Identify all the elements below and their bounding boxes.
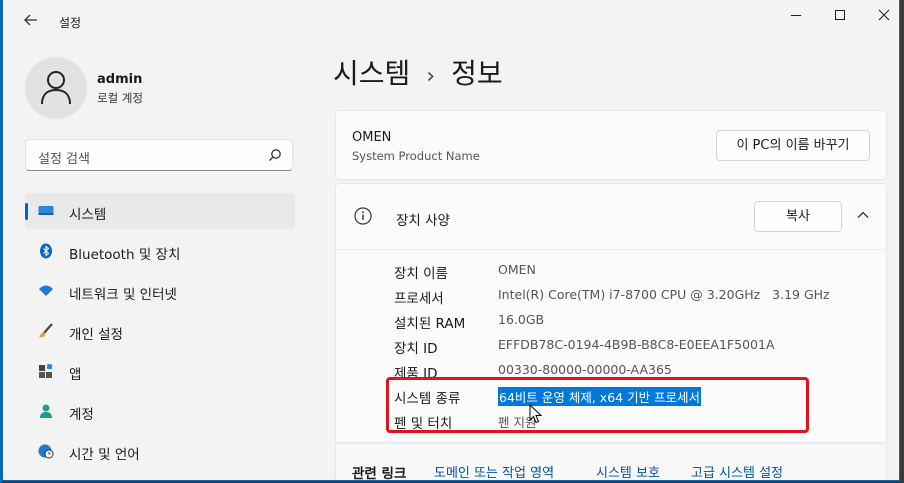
sidebar-item-label: 앱 (69, 367, 82, 383)
spec-key: 장치 ID (394, 341, 438, 357)
copy-button[interactable]: 복사 (754, 201, 842, 232)
sidebar-item-system[interactable]: 시스템 (25, 193, 295, 229)
account-type: 로컬 계정 (97, 91, 143, 105)
app-title: 설정 (59, 16, 82, 30)
search-placeholder: 설정 검색 (38, 152, 90, 167)
system-protection-link[interactable]: 시스템 보호 (596, 462, 660, 480)
system-icon (38, 206, 54, 215)
clock-globe-icon (38, 444, 54, 459)
wifi-icon (39, 285, 53, 296)
user-name: admin (97, 72, 143, 87)
info-icon (354, 207, 372, 225)
related-links-bar: 관련 링크 도메인 또는 작업 영역 시스템 보호 고급 시스템 설정 (335, 445, 887, 481)
sidebar-item-time-language[interactable]: 시간 및 언어 (25, 433, 295, 469)
specs-header[interactable]: 장치 사양 복사 (336, 184, 886, 250)
spec-value: 16.0GB (498, 312, 545, 327)
back-arrow-icon[interactable] (23, 12, 45, 32)
breadcrumb: 시스템 › 정보 (333, 52, 503, 92)
sidebar-item-label: Bluetooth 및 장치 (69, 247, 181, 263)
spec-value: EFFDB78C-0194-4B9B-B8C8-E0EEA1F5001A (498, 337, 775, 352)
spec-key: 장치 이름 (394, 266, 448, 282)
annotation-highlight-box (386, 377, 809, 433)
spec-key: 설치된 RAM (394, 316, 466, 332)
domain-workgroup-link[interactable]: 도메인 또는 작업 영역 (434, 462, 554, 480)
related-links-label: 관련 링크 (352, 466, 407, 481)
sidebar-nav: 시스템 Bluetooth 및 장치 네트워크 및 인터넷 개인 설정 앱 계정… (25, 193, 295, 473)
specs-title: 장치 사양 (396, 213, 450, 229)
spec-value: OMEN (498, 262, 536, 277)
minimize-icon (791, 14, 801, 16)
breadcrumb-separator: › (426, 64, 436, 89)
sidebar-item-label: 네트워크 및 인터넷 (69, 287, 177, 303)
title-bar: 설정 (3, 0, 899, 44)
chevron-up-icon[interactable] (856, 208, 870, 222)
person-icon (41, 71, 71, 105)
search-icon[interactable] (268, 148, 282, 162)
maximize-button[interactable] (825, 5, 855, 25)
close-icon (878, 9, 890, 21)
sidebar-item-label: 계정 (69, 407, 94, 423)
page-title: 정보 (451, 57, 503, 90)
breadcrumb-parent[interactable]: 시스템 (333, 57, 410, 90)
sidebar-item-label: 시간 및 언어 (69, 447, 140, 463)
sidebar-item-accounts[interactable]: 계정 (25, 393, 295, 429)
device-name-card: OMEN System Product Name 이 PC의 이름 바꾸기 (335, 110, 887, 180)
minimize-button[interactable] (781, 5, 811, 25)
device-subtitle: System Product Name (352, 149, 480, 163)
maximize-icon (835, 10, 845, 20)
account-icon (40, 404, 52, 418)
sidebar-item-personalization[interactable]: 개인 설정 (25, 313, 295, 349)
sidebar-item-label: 개인 설정 (69, 327, 123, 343)
brush-icon (39, 323, 53, 338)
advanced-system-settings-link[interactable]: 고급 시스템 설정 (691, 462, 783, 480)
active-indicator (25, 203, 28, 220)
sidebar-item-bluetooth[interactable]: Bluetooth 및 장치 (25, 233, 295, 269)
close-button[interactable] (869, 5, 899, 25)
device-name: OMEN (352, 130, 392, 145)
spec-value: Intel(R) Core(TM) i7-8700 CPU @ 3.20GHz … (498, 287, 830, 302)
sidebar-item-network[interactable]: 네트워크 및 인터넷 (25, 273, 295, 309)
sidebar-item-apps[interactable]: 앱 (25, 353, 295, 389)
sidebar-item-label: 시스템 (69, 207, 107, 223)
avatar[interactable] (25, 57, 87, 119)
search-input[interactable]: 설정 검색 (25, 139, 293, 171)
bluetooth-icon (40, 243, 52, 259)
mouse-cursor-icon (529, 404, 543, 424)
spec-value: 00330-80000-00000-AA365 (498, 362, 672, 377)
apps-icon (39, 363, 53, 378)
spec-key: 프로세서 (394, 291, 444, 307)
rename-pc-button[interactable]: 이 PC의 이름 바꾸기 (716, 130, 870, 161)
